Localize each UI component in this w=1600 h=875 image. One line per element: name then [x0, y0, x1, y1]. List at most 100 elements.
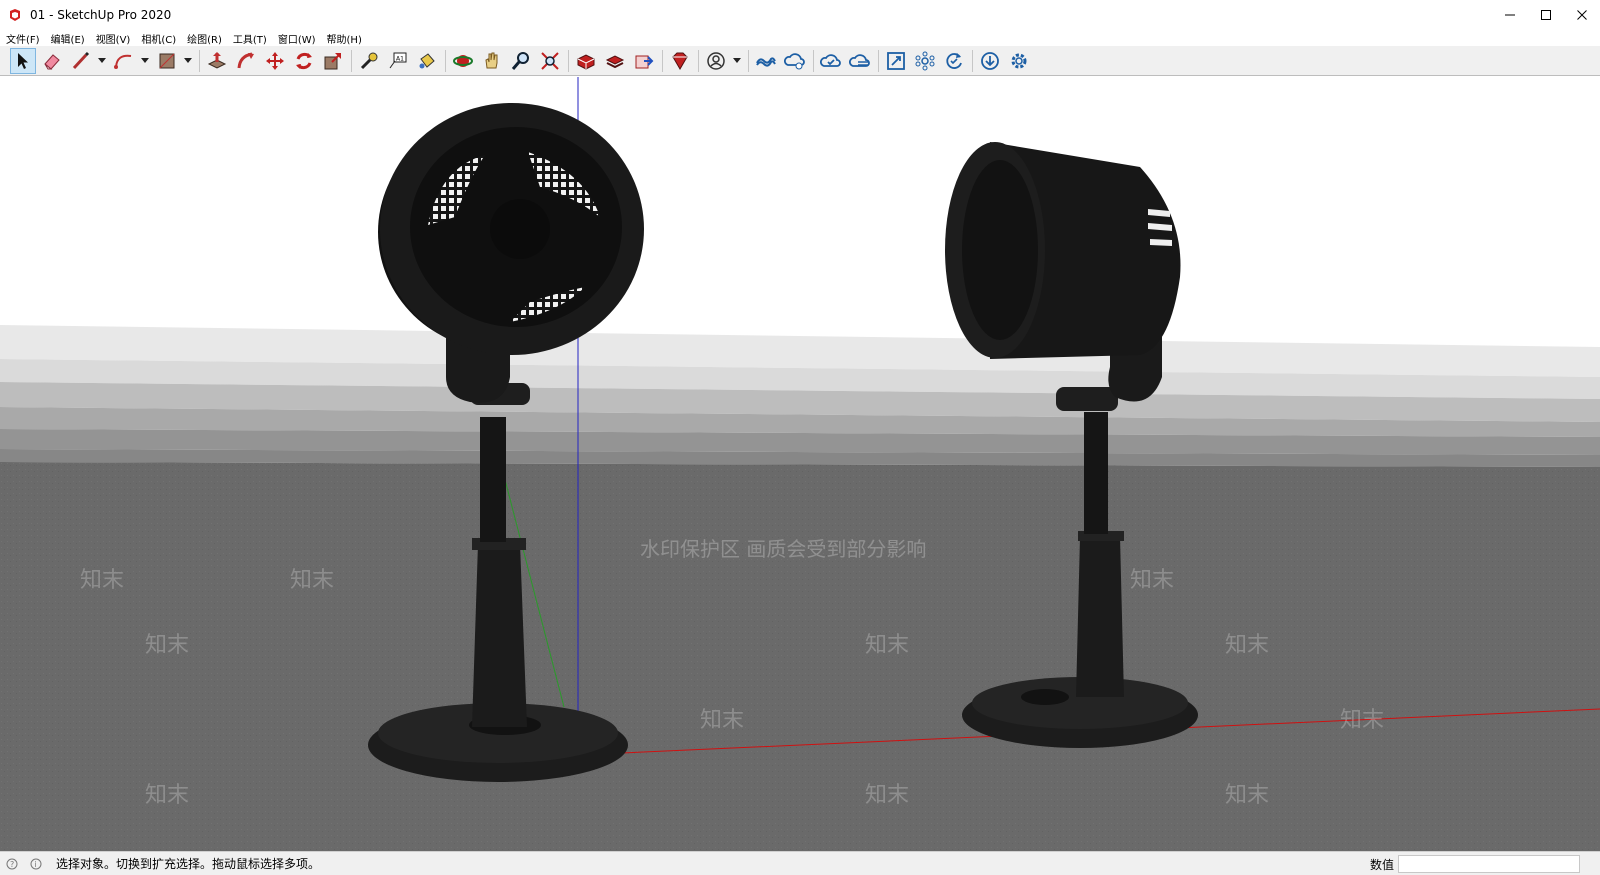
arc-tool-button[interactable] [111, 48, 137, 74]
menu-window[interactable]: 窗口(W) [273, 31, 321, 46]
paint-bucket-tool-button[interactable] [414, 48, 440, 74]
watermark-mark: 知末 [145, 633, 189, 658]
chevron-down-icon [98, 57, 106, 63]
close-button[interactable] [1564, 0, 1600, 30]
extension-manager-button[interactable] [667, 48, 693, 74]
rotate-tool-button[interactable] [291, 48, 317, 74]
toolbar-separator [813, 49, 814, 72]
push-pull-icon [207, 51, 227, 69]
scale-tool-button[interactable] [320, 48, 346, 74]
scene-button[interactable] [883, 48, 909, 74]
menu-camera[interactable]: 相机(C) [136, 31, 181, 46]
eraser-icon [44, 53, 60, 70]
svg-text:?: ? [10, 860, 14, 869]
measurements-input[interactable] [1398, 855, 1580, 873]
scale-icon [324, 52, 341, 69]
main-toolbar: A1 [0, 46, 1600, 76]
toolbar-separator [878, 49, 879, 72]
tape-measure-icon [360, 52, 378, 69]
connect-share-button[interactable] [782, 48, 808, 74]
close-icon [1577, 10, 1587, 20]
settings-button[interactable] [1006, 48, 1032, 74]
update-button[interactable] [941, 48, 967, 74]
follow-me-tool-button[interactable] [233, 48, 259, 74]
menu-draw[interactable]: 绘图(R) [182, 31, 227, 46]
geo-location-icon[interactable]: ? [6, 858, 18, 870]
window-title: 01 - SketchUp Pro 2020 [30, 8, 172, 22]
move-icon [266, 51, 284, 70]
select-tool-button[interactable] [10, 47, 36, 74]
title-bar: 01 - SketchUp Pro 2020 [0, 0, 1600, 30]
line-icon [72, 51, 90, 69]
sketchup-logo-icon [10, 9, 20, 21]
push-pull-tool-button[interactable] [204, 48, 230, 74]
rectangle-icon [159, 53, 175, 68]
fan-pole [480, 417, 506, 542]
toolbar-separator [748, 49, 749, 72]
arc-dropdown[interactable] [140, 48, 150, 74]
sky-background [0, 77, 1600, 337]
send-to-layout-button[interactable] [631, 48, 657, 74]
rectangle-tool-button[interactable] [154, 48, 180, 74]
menu-bar: 文件(F) 编辑(E) 视图(V) 相机(C) 绘图(R) 工具(T) 窗口(W… [0, 30, 1600, 46]
watermark-mark: 知末 [290, 568, 334, 593]
cloud-list-button[interactable] [847, 48, 873, 74]
cloud-sync-button[interactable] [818, 48, 844, 74]
text-tool-button[interactable]: A1 [385, 48, 411, 74]
account-dropdown[interactable] [732, 48, 742, 74]
components-icon [915, 51, 935, 70]
pan-icon [485, 52, 498, 68]
watermark-mark: 知末 [1225, 783, 1269, 808]
maximize-icon [1541, 10, 1551, 20]
layout-icon [635, 55, 654, 68]
chevron-down-icon [141, 57, 149, 63]
trimble-connect-button[interactable] [753, 48, 779, 74]
menu-file[interactable]: 文件(F) [1, 31, 45, 46]
menu-tools[interactable]: 工具(T) [228, 31, 272, 46]
menu-help[interactable]: 帮助(H) [322, 31, 367, 46]
modeling-viewport[interactable]: 水印保护区 画质会受到部分影响 知末 知末 知末 知末 知末 知末 知末 知末 … [0, 77, 1600, 851]
zoom-tool-button[interactable] [508, 48, 534, 74]
scene-icon [887, 51, 905, 70]
move-tool-button[interactable] [262, 48, 288, 74]
minimize-icon [1505, 14, 1515, 16]
3d-warehouse-button[interactable] [573, 48, 599, 74]
ground-plane [0, 462, 1600, 851]
watermark-banner: 水印保护区 画质会受到部分影响 [640, 537, 926, 561]
fan-joint [1056, 387, 1118, 411]
maximize-button[interactable] [1528, 0, 1564, 30]
line-dropdown[interactable] [97, 48, 107, 74]
menu-edit[interactable]: 编辑(E) [46, 31, 90, 46]
orbit-tool-button[interactable] [450, 48, 476, 74]
arc-icon [114, 54, 132, 69]
account-button[interactable] [703, 48, 729, 74]
scene-canvas: 水印保护区 画质会受到部分影响 知末 知末 知末 知末 知末 知末 知末 知末 … [0, 77, 1600, 851]
paint-bucket-icon [419, 52, 435, 68]
download-button[interactable] [977, 48, 1003, 74]
watermark-mark: 知末 [1130, 568, 1174, 593]
zoom-extents-tool-button[interactable] [537, 48, 563, 74]
fan-hub [490, 199, 550, 259]
svg-text:i: i [35, 860, 37, 869]
update-icon [946, 52, 962, 69]
info-icon[interactable]: i [30, 858, 42, 870]
rotate-icon [296, 52, 312, 69]
extension-warehouse-button[interactable] [602, 48, 628, 74]
components-button[interactable] [912, 48, 938, 74]
pan-tool-button[interactable] [479, 48, 505, 74]
cloud-check-icon [820, 53, 841, 67]
line-tool-button[interactable] [68, 48, 94, 74]
follow-me-icon [237, 52, 254, 68]
svg-text:A1: A1 [396, 55, 404, 62]
trimble-connect-icon [756, 56, 776, 67]
fan-side-vents [1148, 209, 1172, 246]
minimize-button[interactable] [1492, 0, 1528, 30]
toolbar-separator [568, 49, 569, 72]
tape-measure-tool-button[interactable] [356, 48, 382, 74]
toolbar-separator [445, 49, 446, 72]
eraser-tool-button[interactable] [39, 48, 65, 74]
shape-dropdown[interactable] [183, 48, 193, 74]
watermark-mark: 知末 [700, 708, 744, 733]
account-icon [707, 51, 725, 70]
menu-view[interactable]: 视图(V) [91, 31, 136, 46]
